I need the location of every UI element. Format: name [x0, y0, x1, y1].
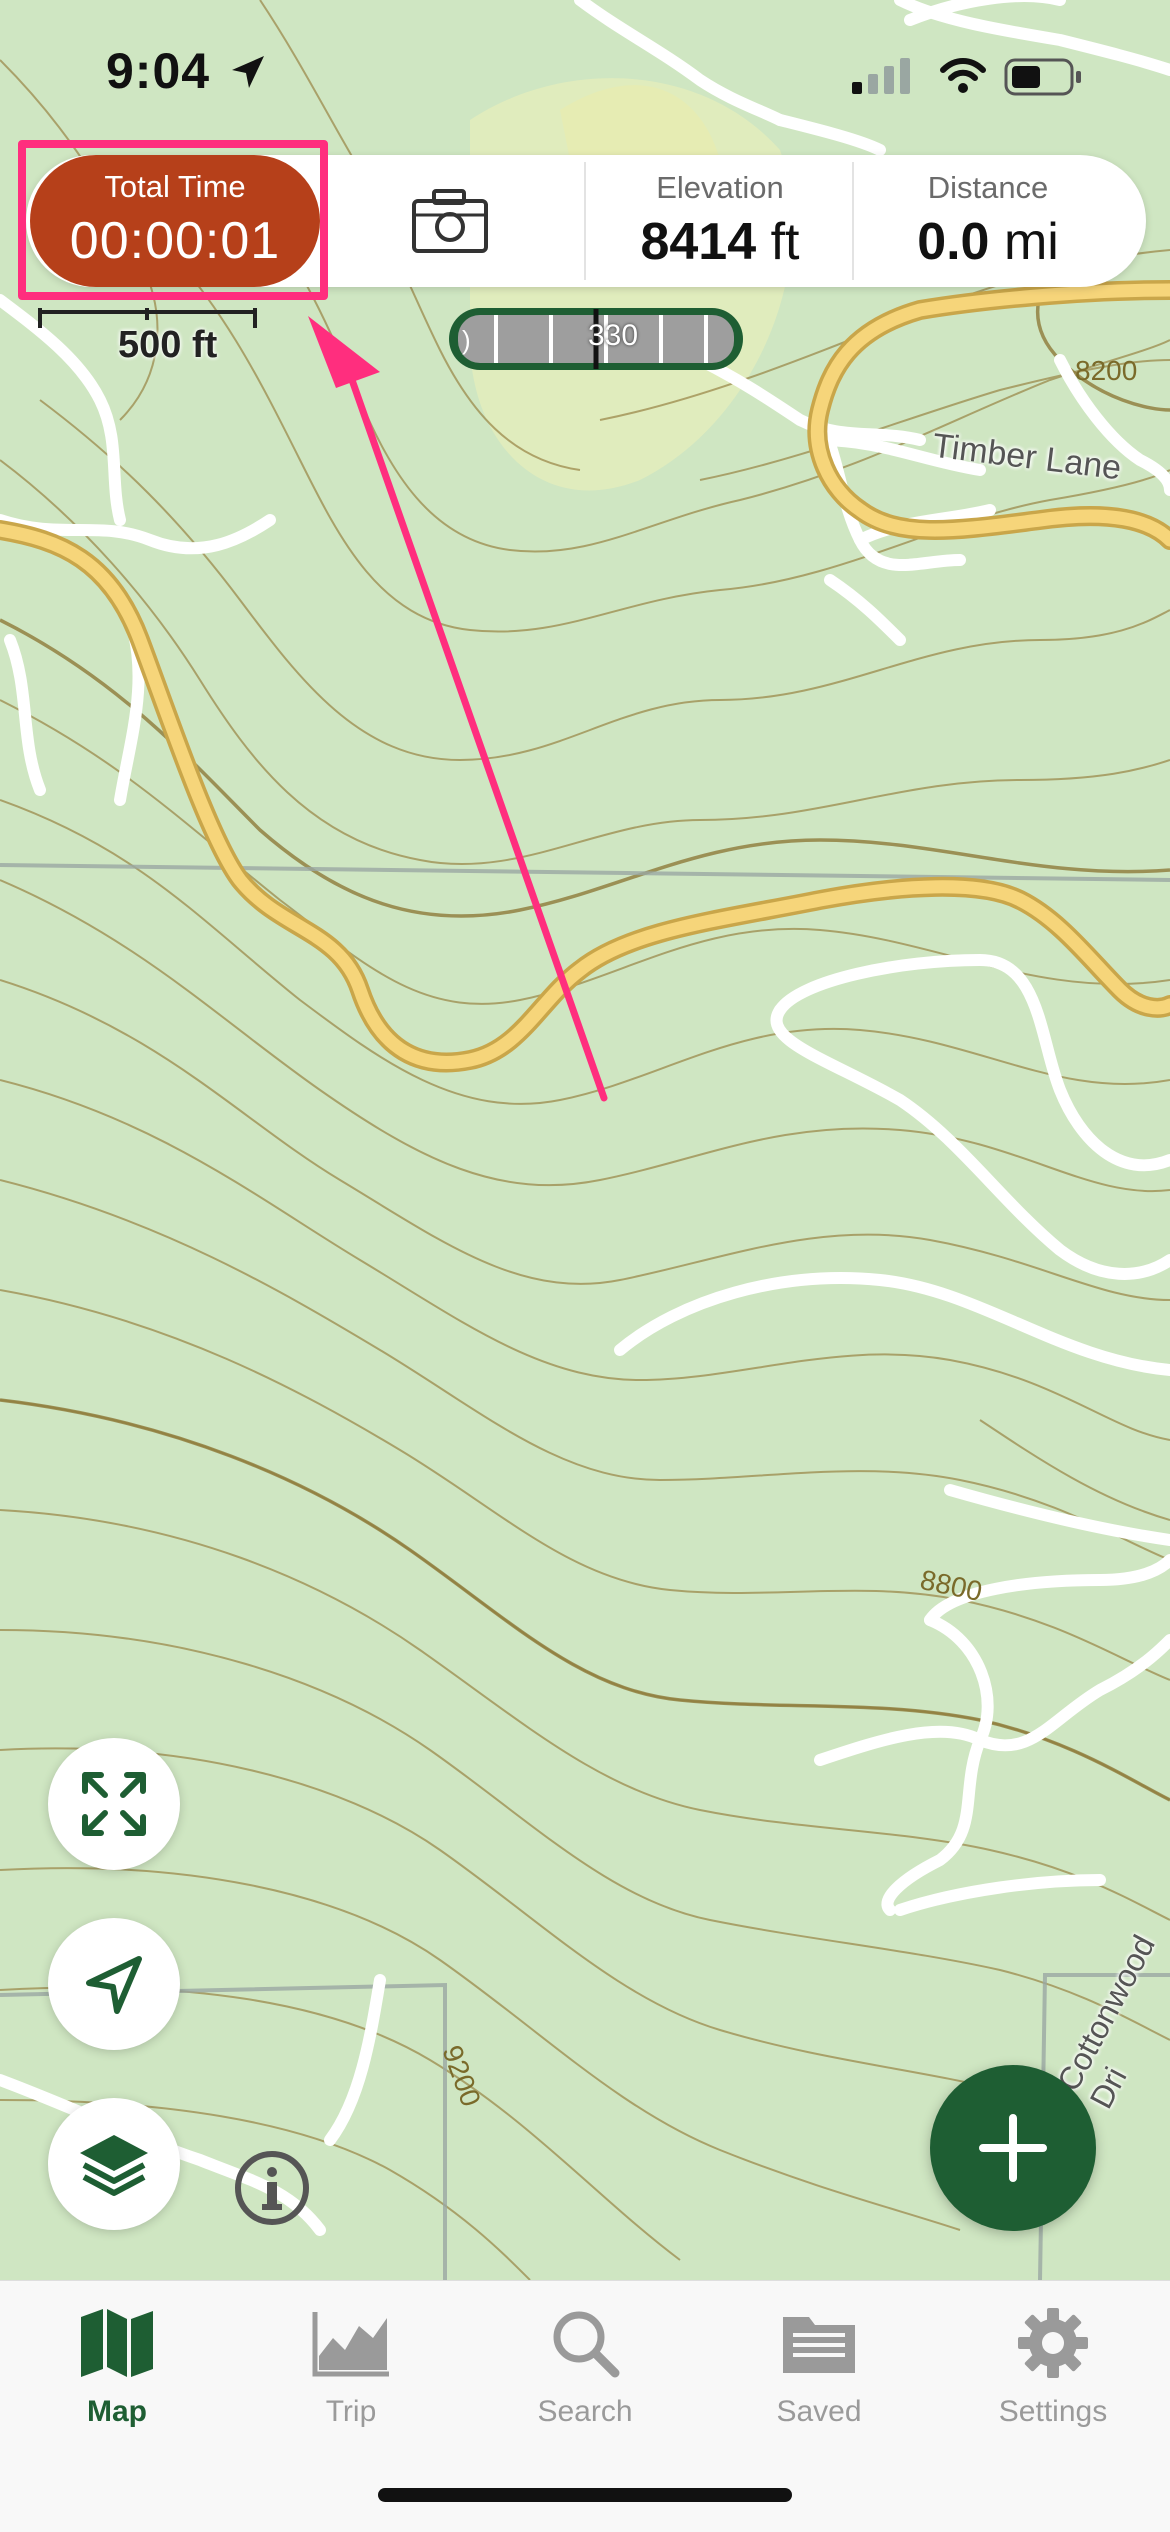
search-icon — [468, 2303, 702, 2383]
tab-saved[interactable]: Saved — [702, 2303, 936, 2429]
fullscreen-button[interactable] — [48, 1738, 180, 1870]
home-indicator[interactable] — [378, 2488, 792, 2502]
camera-icon[interactable] — [410, 187, 490, 255]
tab-trip-label: Trip — [325, 2395, 377, 2428]
stats-divider-1 — [584, 162, 586, 280]
tab-settings-label: Settings — [998, 2395, 1108, 2428]
chart-icon — [234, 2303, 468, 2383]
tab-search-label: Search — [537, 2395, 633, 2428]
elevation-label: Elevation — [656, 170, 784, 205]
compass-heading-strip[interactable]: ) 330 — [446, 305, 746, 378]
layers-icon — [80, 2135, 148, 2196]
navigation-arrow-icon — [86, 1956, 142, 2014]
distance-value-row: 0.0 mi — [858, 212, 1118, 272]
wifi-icon — [940, 58, 986, 93]
tab-settings[interactable]: Settings — [936, 2303, 1170, 2429]
tab-map-label: Map — [87, 2395, 147, 2428]
heading-value: 330 — [588, 319, 639, 352]
contour-label-8200: 8200 — [1075, 355, 1138, 386]
battery-icon — [1004, 58, 1081, 96]
gear-icon — [936, 2303, 1170, 2383]
tab-trip[interactable]: Trip — [234, 2303, 468, 2429]
tab-search[interactable]: Search — [468, 2303, 702, 2429]
location-arrow-icon — [232, 56, 264, 88]
distance-value: 0.0 — [917, 213, 990, 271]
distance-label: Distance — [927, 170, 1049, 205]
elevation-value: 8414 — [640, 213, 757, 271]
info-icon[interactable] — [232, 2148, 312, 2228]
signal-icon — [852, 58, 910, 94]
add-button[interactable] — [930, 2065, 1096, 2231]
annotation-highlight-box — [18, 140, 328, 300]
stats-divider-2 — [852, 162, 854, 280]
status-time: 9:04 — [106, 43, 211, 99]
tab-saved-label: Saved — [776, 2395, 862, 2428]
scale-label: 500 ft — [118, 324, 218, 366]
svg-text:): ) — [462, 325, 471, 355]
locate-button[interactable] — [48, 1918, 180, 2050]
map-layers-button[interactable] — [48, 2098, 180, 2230]
plus-icon — [979, 2114, 1047, 2182]
elevation-value-row: 8414 ft — [590, 212, 850, 272]
folder-icon — [702, 2303, 936, 2383]
tab-map[interactable]: Map — [0, 2303, 234, 2429]
elevation-unit: ft — [770, 213, 800, 271]
elevation-stat: Elevation 8414 ft — [590, 170, 850, 272]
expand-icon — [82, 1772, 146, 1836]
map-icon — [0, 2303, 234, 2383]
distance-stat: Distance 0.0 mi — [858, 170, 1118, 272]
distance-unit: mi — [1003, 213, 1059, 271]
